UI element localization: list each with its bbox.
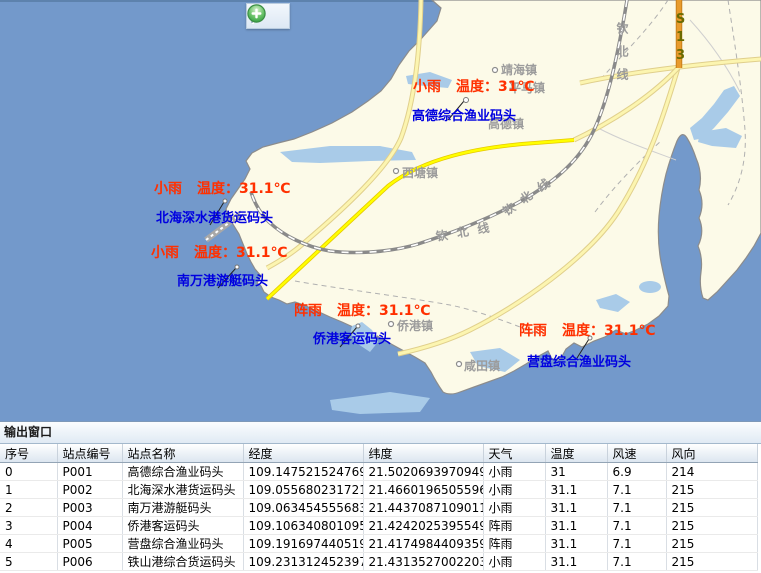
table-cell: 高德综合渔业码头: [122, 463, 243, 481]
output-panel: 输出窗口 序号站点编号站点名称经度纬度天气温度风速风向 0P001高德综合渔业码…: [0, 421, 761, 573]
map-toolbar: [246, 3, 290, 29]
table-cell: 109.191697440519: [243, 535, 363, 553]
table-cell: 109.231312452397: [243, 553, 363, 571]
table-row[interactable]: 2P003南万港游艇码头109.06345455568321.443708710…: [0, 499, 757, 517]
table-cell: P003: [57, 499, 122, 517]
table-cell: 215: [666, 553, 757, 571]
column-header-4[interactable]: 纬度: [363, 444, 483, 463]
column-header-6[interactable]: 温度: [545, 444, 607, 463]
table-cell: 31.1: [545, 535, 607, 553]
table-cell: 1: [0, 481, 57, 499]
table-cell: 南万港游艇码头: [122, 499, 243, 517]
table-cell: 侨港客运码头: [122, 517, 243, 535]
table-cell: 5: [0, 553, 57, 571]
map-base: [0, 0, 761, 421]
column-header-8[interactable]: 风向: [666, 444, 757, 463]
table-cell: 109.055680231721: [243, 481, 363, 499]
column-header-1[interactable]: 站点编号: [57, 444, 122, 463]
column-header-5[interactable]: 天气: [483, 444, 545, 463]
table-row[interactable]: 3P004侨港客运码头109.10634080109521.4242025395…: [0, 517, 757, 535]
table-cell: 31: [545, 463, 607, 481]
table-cell: 阵雨: [483, 535, 545, 553]
table-header-row: 序号站点编号站点名称经度纬度天气温度风速风向: [0, 444, 757, 463]
table-cell: 21.4313527002203: [363, 553, 483, 571]
table-cell: 营盘综合渔业码头: [122, 535, 243, 553]
table-cell: 21.4242025395549: [363, 517, 483, 535]
table-cell: 3: [0, 517, 57, 535]
table-cell: 小雨: [483, 499, 545, 517]
table-cell: 小雨: [483, 553, 545, 571]
table-cell: P002: [57, 481, 122, 499]
output-table: 序号站点编号站点名称经度纬度天气温度风速风向 0P001高德综合渔业码头109.…: [0, 444, 758, 571]
table-row[interactable]: 0P001高德综合渔业码头109.14752152476921.50206939…: [0, 463, 757, 481]
map-viewport[interactable]: S13 钦北线 钦北线 钦北线 靖海镇 平马镇 高德镇 西塘镇 侨港镇 咸田镇 …: [0, 0, 761, 421]
table-cell: P004: [57, 517, 122, 535]
add-layer-button[interactable]: [258, 7, 277, 26]
table-cell: 7.1: [607, 499, 666, 517]
table-cell: 21.5020693970949: [363, 463, 483, 481]
table-cell: 7.1: [607, 481, 666, 499]
table-cell: 31.1: [545, 481, 607, 499]
column-header-2[interactable]: 站点名称: [122, 444, 243, 463]
table-cell: 小雨: [483, 463, 545, 481]
table-cell: 7.1: [607, 517, 666, 535]
column-header-7[interactable]: 风速: [607, 444, 666, 463]
table-cell: 215: [666, 499, 757, 517]
table-row[interactable]: 5P006铁山港综合货运码头109.23131245239721.4313527…: [0, 553, 757, 571]
table-cell: 109.063454555683: [243, 499, 363, 517]
plus-icon: [247, 4, 266, 23]
table-cell: 铁山港综合货运码头: [122, 553, 243, 571]
table-cell: 215: [666, 535, 757, 553]
table-cell: 109.147521524769: [243, 463, 363, 481]
table-cell: 21.4437087109011: [363, 499, 483, 517]
table-cell: 215: [666, 517, 757, 535]
table-cell: P005: [57, 535, 122, 553]
table-cell: 31.1: [545, 499, 607, 517]
table-cell: 小雨: [483, 481, 545, 499]
column-header-3[interactable]: 经度: [243, 444, 363, 463]
table-cell: 阵雨: [483, 517, 545, 535]
table-cell: 31.1: [545, 553, 607, 571]
table-cell: 4: [0, 535, 57, 553]
table-row[interactable]: 4P005营盘综合渔业码头109.19169744051921.41749844…: [0, 535, 757, 553]
table-row[interactable]: 1P002北海深水港货运码头109.05568023172121.4660196…: [0, 481, 757, 499]
table-cell: 北海深水港货运码头: [122, 481, 243, 499]
table-cell: 31.1: [545, 517, 607, 535]
table-cell: P001: [57, 463, 122, 481]
table-cell: 7.1: [607, 535, 666, 553]
table-cell: 21.4174984409359: [363, 535, 483, 553]
table-cell: P006: [57, 553, 122, 571]
table-cell: 0: [0, 463, 57, 481]
table-cell: 7.1: [607, 553, 666, 571]
table-cell: 6.9: [607, 463, 666, 481]
table-cell: 215: [666, 481, 757, 499]
table-cell: 21.4660196505596: [363, 481, 483, 499]
route-label-s13: S13: [673, 12, 688, 66]
column-header-0[interactable]: 序号: [0, 444, 57, 463]
table-cell: 2: [0, 499, 57, 517]
panel-title: 输出窗口: [0, 422, 761, 444]
table-cell: 109.106340801095: [243, 517, 363, 535]
table-cell: 214: [666, 463, 757, 481]
